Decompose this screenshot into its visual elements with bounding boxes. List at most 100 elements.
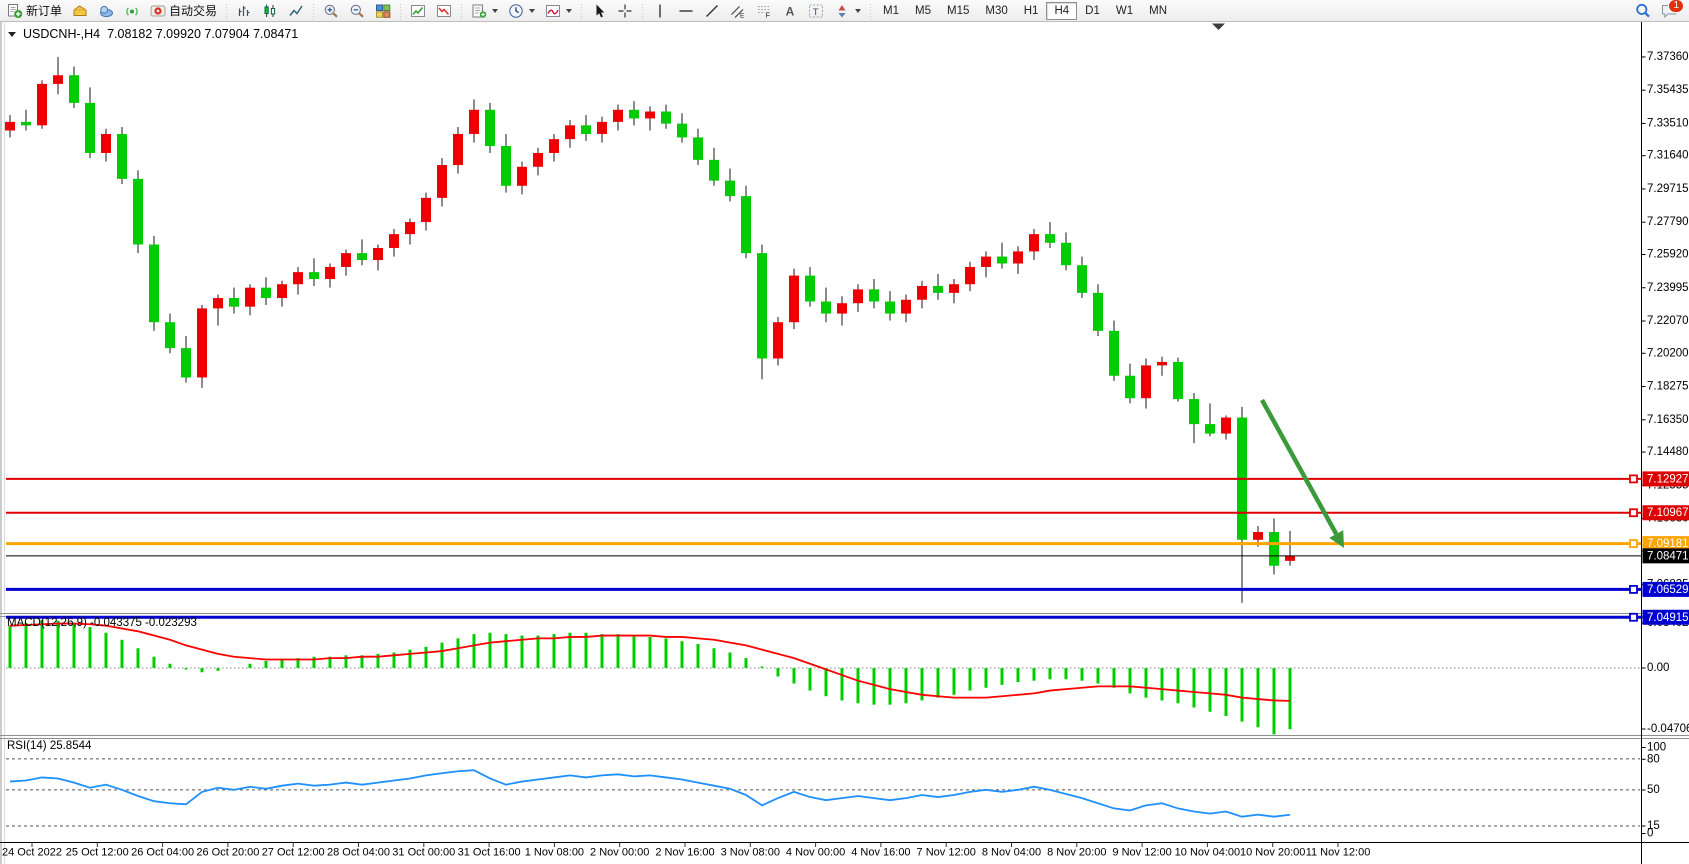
chat-button[interactable]: 1 <box>1661 3 1677 19</box>
price-level-handle[interactable] <box>1630 614 1637 621</box>
dropdown-caret-icon <box>855 9 861 13</box>
time-tick-label: 11 Nov 12:00 <box>1306 847 1371 859</box>
chart-down-icon <box>436 3 452 19</box>
cursor-tool-button[interactable] <box>587 2 611 20</box>
candle <box>1221 418 1231 434</box>
signals-button[interactable] <box>120 2 144 20</box>
arrows-tool-button[interactable] <box>830 2 865 20</box>
vline-tool-button[interactable] <box>648 2 672 20</box>
tf-h1[interactable]: H1 <box>1016 2 1047 20</box>
price-tick-label: 7.37360 <box>1647 51 1689 63</box>
time-tick-label: 10 Nov 20:00 <box>1240 847 1305 859</box>
candle <box>693 137 703 159</box>
tf-m15[interactable]: M15 <box>939 2 977 20</box>
zoom-out-button[interactable] <box>345 2 369 20</box>
candle <box>1109 331 1119 376</box>
dropdown-caret-icon <box>566 9 572 13</box>
candle <box>389 234 399 248</box>
candle <box>725 181 735 197</box>
search-button[interactable] <box>1635 3 1651 19</box>
bar-chart-mode-button[interactable] <box>232 2 256 20</box>
price-level-handle[interactable] <box>1630 586 1637 593</box>
chart-up-icon <box>410 3 426 19</box>
price-tick-label: 7.20200 <box>1647 347 1689 359</box>
svg-text:E: E <box>740 12 745 19</box>
candle <box>677 124 687 138</box>
time-tick-label: 3 Nov 08:00 <box>721 847 780 859</box>
candle <box>1093 293 1103 331</box>
tf-m5[interactable]: M5 <box>907 2 939 20</box>
hline-tool-button[interactable] <box>674 2 698 20</box>
candle <box>789 276 799 323</box>
chart-title: USDCNH-,H4 7.08182 7.09920 7.07904 7.084… <box>8 27 298 41</box>
tf-m30[interactable]: M30 <box>977 2 1015 20</box>
trendline-tool-button[interactable] <box>700 2 724 20</box>
channel-tool-button[interactable]: E <box>726 2 750 20</box>
cloud-icon <box>98 3 114 19</box>
indicators-button[interactable] <box>541 2 576 20</box>
tf-m1[interactable]: M1 <box>875 2 907 20</box>
period-button[interactable] <box>504 2 539 20</box>
fibonacci-tool-button[interactable]: F <box>752 2 776 20</box>
text-a-icon: A <box>782 3 798 19</box>
crosshair-tool-button[interactable] <box>613 2 637 20</box>
tile-windows-button[interactable] <box>371 2 395 20</box>
tf-mn[interactable]: MN <box>1141 2 1175 20</box>
time-tick-label: 26 Oct 20:00 <box>196 847 259 859</box>
zoom-in-button[interactable] <box>319 2 343 20</box>
candle <box>1045 234 1055 243</box>
price-tick-label: 7.16350 <box>1647 414 1689 426</box>
candle <box>773 322 783 358</box>
time-tick-label: 10 Nov 04:00 <box>1175 847 1240 859</box>
candle <box>1205 424 1215 433</box>
candle <box>21 122 31 125</box>
new-order-button[interactable]: 新订单 <box>3 2 66 20</box>
candle <box>117 134 127 179</box>
macd-scale-label: -0.047061 <box>1647 723 1689 735</box>
auto-trading-button[interactable]: 自动交易 <box>146 2 221 20</box>
candle <box>821 301 831 313</box>
price-level-handle[interactable] <box>1630 540 1637 547</box>
candle <box>1029 234 1039 251</box>
price-badge-label: 7.09181 <box>1647 538 1689 550</box>
tf-h4[interactable]: H4 <box>1046 2 1077 20</box>
price-tick-label: 7.29715 <box>1647 183 1689 195</box>
price-tick-label: 7.25920 <box>1647 249 1689 261</box>
profiles-button[interactable] <box>432 2 456 20</box>
bar-chart-icon <box>236 3 252 19</box>
line-chart-mode-button[interactable] <box>284 2 308 20</box>
zoom-out-icon <box>349 3 365 19</box>
price-level-handle[interactable] <box>1630 509 1637 516</box>
candlestick-mode-button[interactable] <box>258 2 282 20</box>
candle <box>869 289 879 301</box>
tf-d1[interactable]: D1 <box>1077 2 1108 20</box>
text-label-icon: T <box>808 3 824 19</box>
candle <box>165 322 175 348</box>
market-depth-button[interactable] <box>68 2 92 20</box>
text-label-tool-button[interactable]: T <box>804 2 828 20</box>
candle <box>1157 362 1167 365</box>
chart-canvas[interactable]: 7.373607.354357.335107.316407.297157.277… <box>0 0 1689 864</box>
text-tool-button[interactable]: A <box>778 2 802 20</box>
toolbar-separator <box>579 2 584 20</box>
rsi-scale-label: 100 <box>1647 742 1666 754</box>
tline-icon <box>704 3 720 19</box>
rsi-scale-label: 0 <box>1647 828 1653 840</box>
candle <box>101 134 111 153</box>
templates-button[interactable] <box>467 2 502 20</box>
line-chart-icon <box>288 3 304 19</box>
dropdown-caret-icon <box>529 9 535 13</box>
fibo-icon: F <box>756 3 772 19</box>
community-button[interactable] <box>94 2 118 20</box>
chart-title-caret-icon[interactable] <box>8 32 16 37</box>
crosshair-icon <box>617 3 633 19</box>
new-chart-button[interactable] <box>406 2 430 20</box>
tf-w1[interactable]: W1 <box>1108 2 1141 20</box>
candle <box>5 122 15 131</box>
price-level-handle[interactable] <box>1630 475 1637 482</box>
time-tick-label: 28 Oct 04:00 <box>327 847 390 859</box>
mt4-window: 新订单 自动交易 E FAT M1M5M15M30H1H4D1W1MN 1 7.37360… <box>0 0 1689 864</box>
search-icon <box>1635 3 1651 19</box>
toolbar-separator <box>398 2 403 20</box>
macd-indicator-label: MACD(12,26,9) -0.043375 -0.023293 <box>7 617 197 629</box>
